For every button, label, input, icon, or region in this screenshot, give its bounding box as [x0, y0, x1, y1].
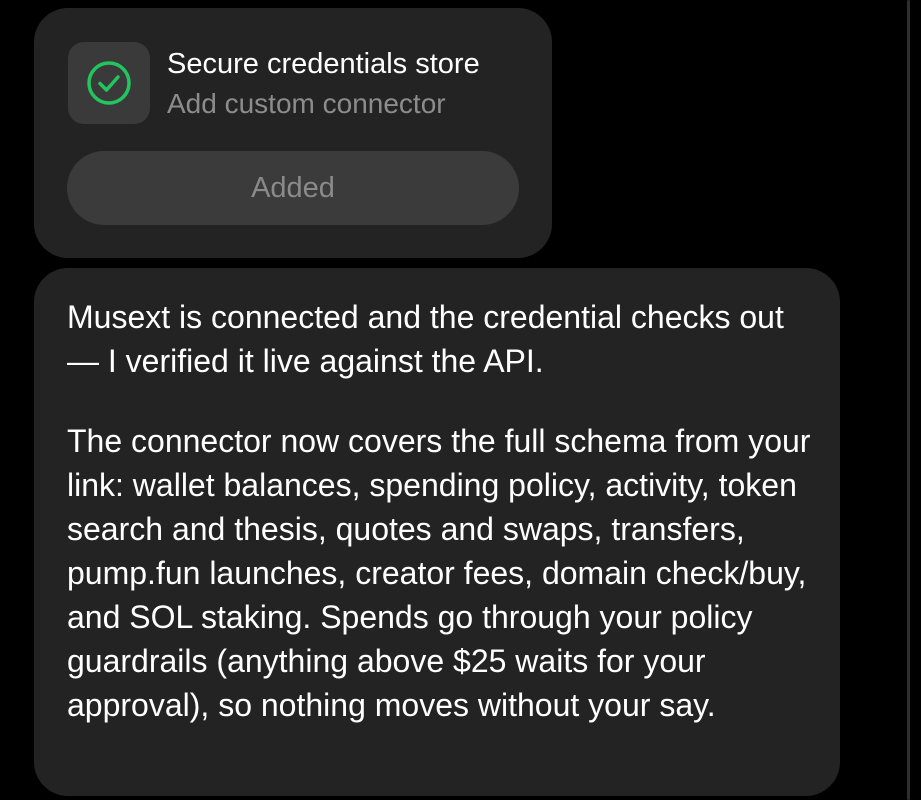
assistant-message-bubble: Musext is connected and the credential c…	[34, 268, 840, 796]
connector-card: Secure credentials store Add custom conn…	[34, 8, 552, 258]
message-paragraph: Musext is connected and the credential c…	[67, 299, 784, 379]
added-button[interactable]: Added	[67, 151, 519, 225]
connector-subtitle: Add custom connector	[167, 88, 446, 119]
scrollbar[interactable]	[907, 0, 910, 800]
connector-icon-tile	[68, 42, 150, 124]
message-paragraph: The connector now covers the full schema…	[67, 423, 811, 723]
check-circle-icon	[87, 61, 131, 105]
connector-title: Secure credentials store	[167, 48, 480, 80]
